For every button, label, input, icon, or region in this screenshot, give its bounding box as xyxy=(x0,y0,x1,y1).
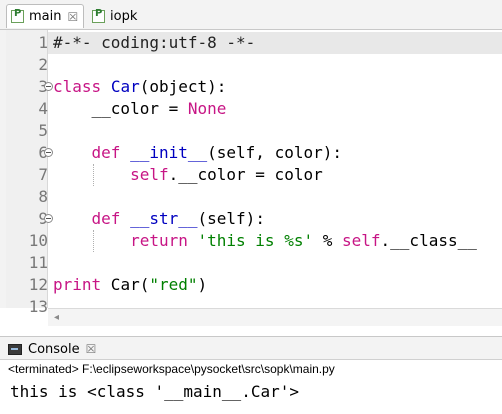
string-literal: "red" xyxy=(149,275,198,294)
class-name: Car xyxy=(110,77,140,96)
code-text: def __str__(self): xyxy=(53,208,265,230)
code-text: ) xyxy=(197,275,208,294)
line-number: 5 xyxy=(38,121,48,140)
code-line: return 'this is %s' % self.__class__ xyxy=(48,230,502,252)
line-number: 13 xyxy=(28,297,48,316)
function-name: __str__ xyxy=(130,209,198,228)
keyword: def xyxy=(91,209,121,228)
line-number: 4 xyxy=(38,99,48,118)
tab-main-label: main xyxy=(29,9,62,24)
code-area[interactable]: #-*- coding:utf-8 -*- class Car(object):… xyxy=(48,30,502,308)
code-line: def __init__(self, color): xyxy=(48,142,502,164)
indent-guide xyxy=(93,164,94,186)
tab-main[interactable]: main ☒ xyxy=(6,4,84,28)
console-output-area[interactable]: this is <class '__main__.Car'> xyxy=(0,378,502,414)
code-line: __color = None xyxy=(48,98,502,120)
code-line: print Car("red") xyxy=(48,274,502,296)
console-output-text: this is <class '__main__.Car'> xyxy=(10,382,299,401)
code-text: __color = None xyxy=(53,98,227,120)
code-text: % xyxy=(313,231,342,250)
line-number: 12 xyxy=(28,275,48,294)
line-number: 1 xyxy=(38,33,48,52)
python-file-icon xyxy=(92,8,105,23)
code-text: Car( xyxy=(101,275,150,294)
code-comment: #-*- coding:utf-8 -*- xyxy=(53,33,256,52)
line-number: 8 xyxy=(38,187,48,206)
tab-iopk[interactable]: iopk xyxy=(88,4,150,28)
keyword: None xyxy=(187,99,227,118)
indent-guide xyxy=(93,230,94,252)
code-line: self.__color = color xyxy=(48,164,502,186)
line-number: 6 xyxy=(6,142,48,164)
tab-iopk-label: iopk xyxy=(110,8,138,24)
python-file-icon xyxy=(11,8,24,23)
keyword: self xyxy=(342,231,381,250)
code-line: class Car(object): xyxy=(48,76,502,98)
line-number: 3 xyxy=(6,76,48,98)
line-number: 11 xyxy=(28,253,48,272)
code-line: def __str__(self): xyxy=(48,208,502,230)
function-name: __init__ xyxy=(130,143,208,162)
code-text: (self): xyxy=(197,209,265,228)
code-editor[interactable]: 1 2 3 4 5 6 7 8 9 10 11 12 13 #-*- codin… xyxy=(0,30,502,316)
string-literal: 'this is %s' xyxy=(197,231,314,250)
line-number: 10 xyxy=(28,231,48,250)
console-icon xyxy=(8,343,22,355)
keyword: print xyxy=(53,275,102,294)
code-text: class Car(object): xyxy=(53,76,226,98)
console-tab-bar: Console ☒ xyxy=(0,336,502,360)
keyword: return xyxy=(130,231,188,250)
horizontal-scrollbar[interactable]: ◂ xyxy=(48,308,502,326)
code-text: (object): xyxy=(139,77,227,96)
line-number: 7 xyxy=(38,165,48,184)
scroll-left-icon[interactable]: ◂ xyxy=(54,312,59,323)
keyword: self xyxy=(130,165,169,184)
code-text: print Car("red") xyxy=(53,274,207,296)
line-number-gutter: 1 2 3 4 5 6 7 8 9 10 11 12 13 xyxy=(0,30,53,316)
tab-console[interactable]: Console ☒ xyxy=(8,339,96,359)
line-number: 2 xyxy=(38,55,48,74)
editor-tab-bar: main ☒ iopk xyxy=(0,0,502,30)
keyword: class xyxy=(53,77,102,96)
code-text: return 'this is %s' % self.__class__ xyxy=(53,230,477,252)
console-status: <terminated> F:\eclipseworkspace\pysocke… xyxy=(8,362,335,376)
keyword: def xyxy=(91,143,121,162)
code-text: .__color = color xyxy=(168,165,323,184)
close-icon[interactable]: ☒ xyxy=(86,342,97,356)
code-text: def __init__(self, color): xyxy=(53,142,342,164)
code-text: .__class__ xyxy=(380,231,477,250)
code-line-current: #-*- coding:utf-8 -*- xyxy=(48,32,502,54)
console-tab-label: Console xyxy=(28,341,80,357)
line-number: 9 xyxy=(6,208,48,230)
code-text: __color = xyxy=(53,99,188,118)
close-icon[interactable]: ☒ xyxy=(67,10,78,24)
code-text: (self, color): xyxy=(207,143,342,162)
